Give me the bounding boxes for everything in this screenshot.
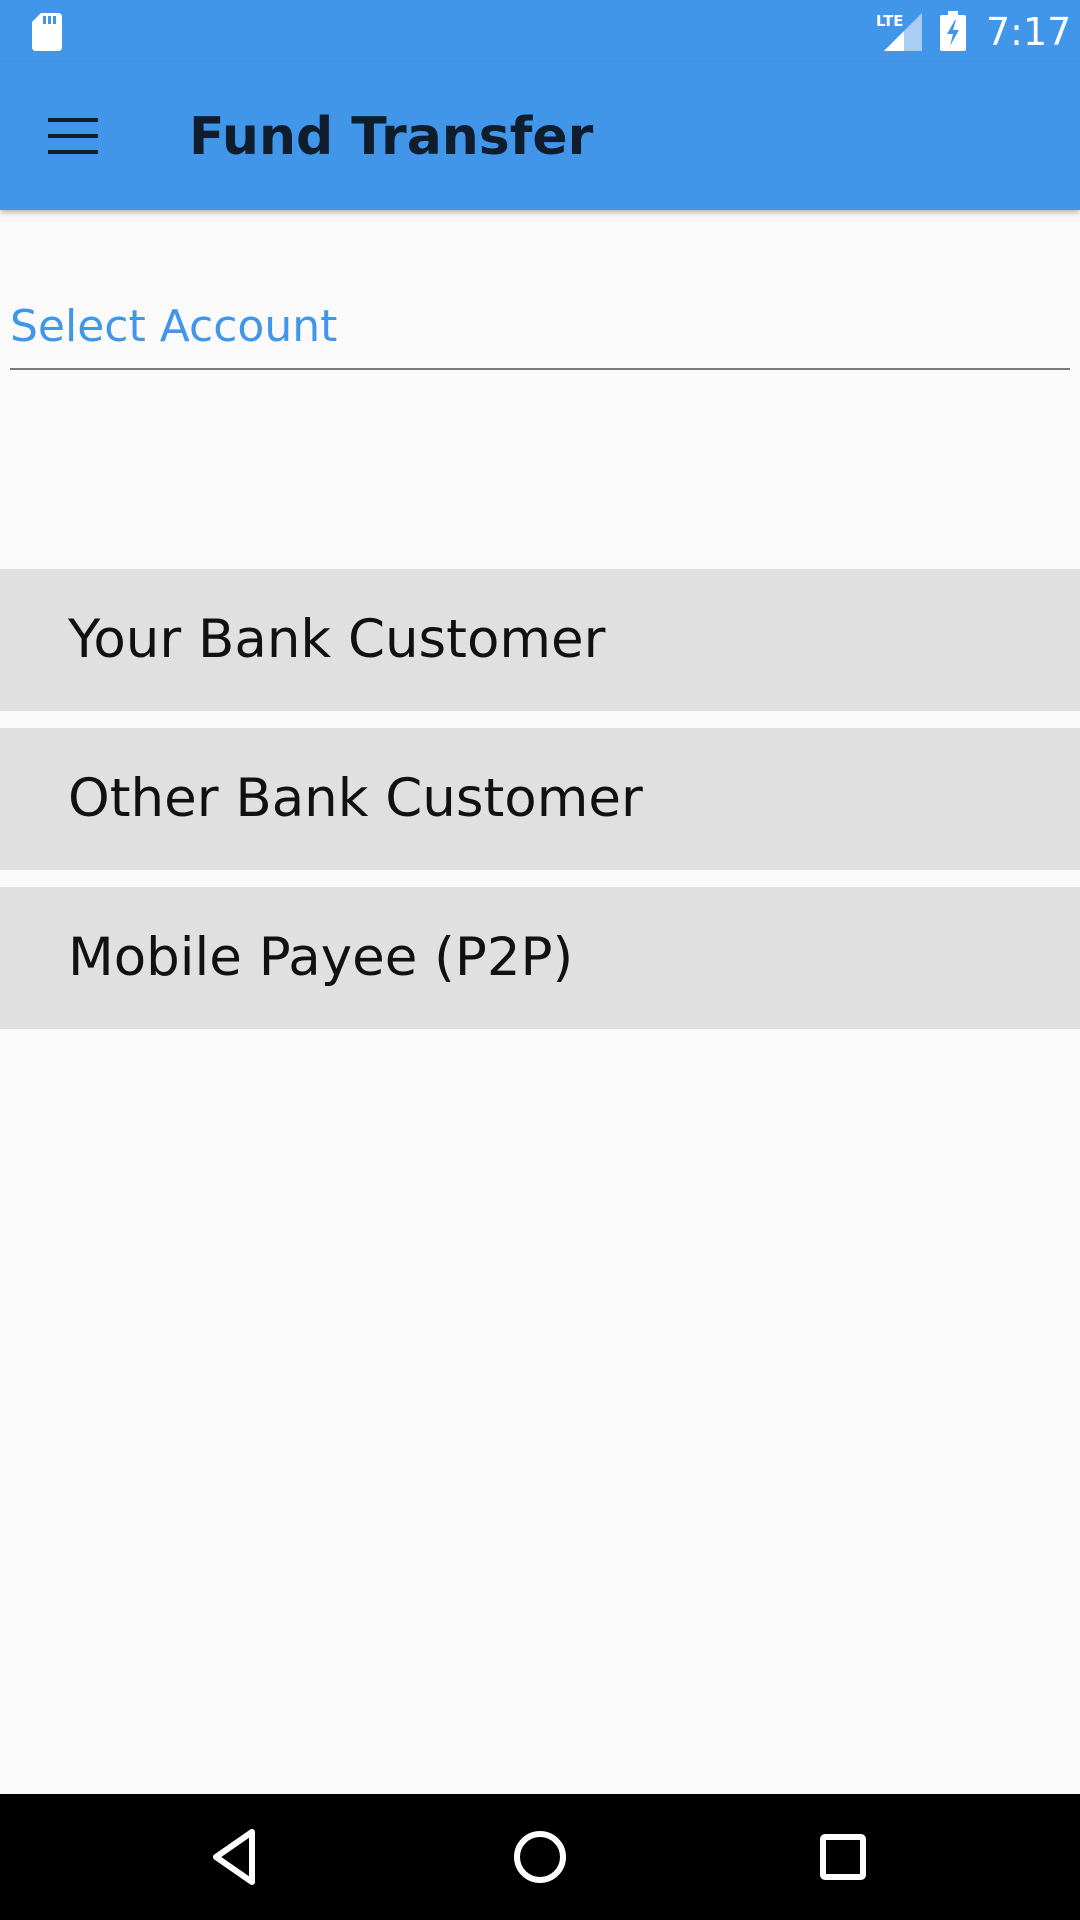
navigation-bar — [0, 1794, 1080, 1920]
app-bar: Fund Transfer — [0, 63, 1080, 210]
lte-label: LTE — [876, 12, 904, 30]
sd-card-icon — [32, 13, 62, 51]
option-mobile-payee[interactable]: Mobile Payee (P2P) — [0, 887, 1080, 1029]
hamburger-menu-icon[interactable] — [48, 117, 98, 155]
option-label: Your Bank Customer — [68, 609, 606, 670]
option-other-bank-customer[interactable]: Other Bank Customer — [0, 728, 1080, 870]
option-label: Other Bank Customer — [68, 768, 643, 829]
option-your-bank-customer[interactable]: Your Bank Customer — [0, 569, 1080, 711]
option-label: Mobile Payee (P2P) — [68, 927, 574, 988]
status-bar: LTE 7:17 — [0, 0, 1080, 63]
back-icon[interactable] — [202, 1824, 272, 1890]
select-account-label: Select Account — [10, 301, 338, 352]
recents-icon[interactable] — [808, 1824, 878, 1890]
status-time: 7:17 — [986, 10, 1072, 54]
lte-signal-icon: LTE — [874, 11, 922, 51]
select-account-field[interactable]: Select Account — [10, 296, 1070, 370]
home-icon[interactable] — [505, 1824, 575, 1890]
page-title: Fund Transfer — [189, 107, 594, 167]
battery-charging-icon — [940, 11, 966, 51]
